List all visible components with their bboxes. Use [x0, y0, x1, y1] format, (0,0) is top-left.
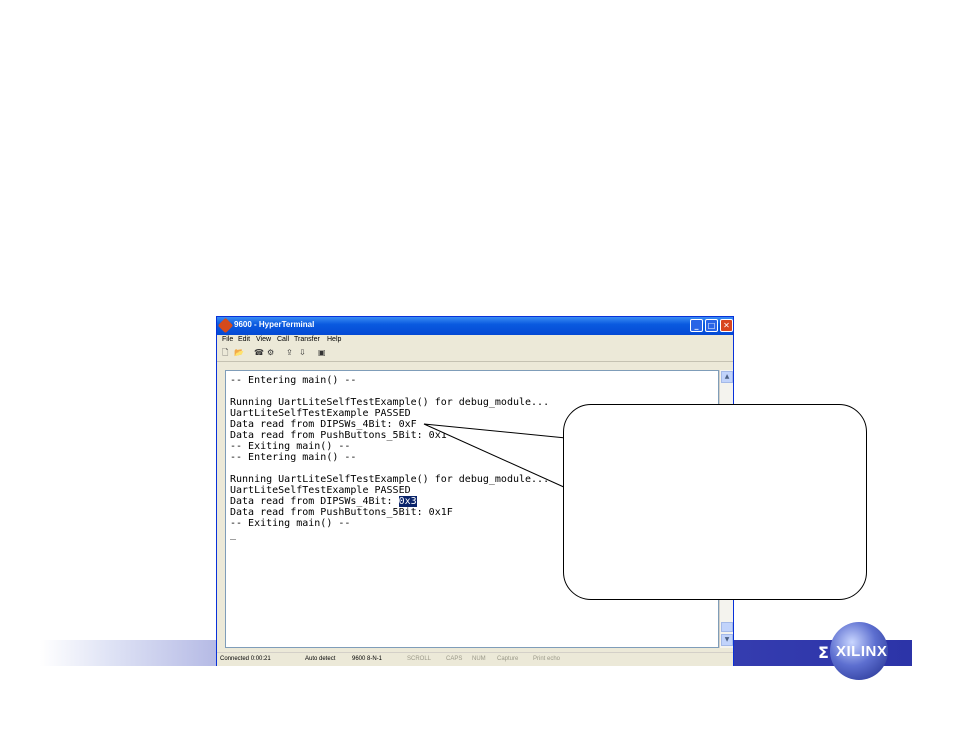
terminal-line: -- Exiting main() -- [230, 441, 351, 452]
status-settings: 9600 8-N-1 [352, 656, 383, 662]
xilinx-logo-text: XILINX [836, 643, 888, 660]
terminal-line: -- Entering main() -- [230, 375, 357, 386]
terminal-line: UartLiteSelfTestExample PASSED [230, 485, 411, 496]
minimize-button[interactable]: _ [690, 319, 703, 332]
terminal-line: -- Exiting main() -- [230, 518, 351, 529]
menu-view[interactable]: View [256, 336, 271, 343]
scroll-down-icon[interactable]: ▼ [721, 634, 733, 646]
terminal-line-prefix: Data read from DIPSWs_4Bit: [230, 496, 399, 507]
menu-file[interactable]: File [222, 336, 233, 343]
terminal-cursor: _ [230, 529, 237, 540]
status-capture: Capture [497, 656, 519, 662]
terminal-line: UartLiteSelfTestExample PASSED [230, 408, 411, 419]
status-num: NUM [472, 656, 486, 662]
settings-icon[interactable]: ▣ [318, 348, 329, 358]
terminal-line: Data read from PushButtons_5Bit: 0x1 [230, 430, 447, 441]
status-detect: Auto detect [305, 656, 336, 662]
terminal-line: Data read from PushButtons_5Bit: 0x1F [230, 507, 453, 518]
terminal-line: Data read from DIPSWs_4Bit: 0xF [230, 419, 417, 430]
hyperterminal-icon [217, 317, 234, 334]
menu-call[interactable]: Call [277, 336, 289, 343]
disconnect-icon[interactable]: ☎ [254, 348, 265, 358]
status-connected: Connected 0:00:21 [220, 656, 271, 662]
xilinx-mark-icon: Σ [818, 643, 829, 662]
open-icon[interactable]: 📂 [234, 348, 245, 358]
scroll-up-icon[interactable]: ▲ [721, 371, 733, 383]
close-button[interactable]: ✕ [720, 319, 733, 332]
callout-box [563, 404, 867, 600]
title-bar[interactable]: 9600 - HyperTerminal _ □ ✕ [217, 317, 733, 335]
menu-edit[interactable]: Edit [238, 336, 250, 343]
status-bar: Connected 0:00:21 Auto detect 9600 8-N-1… [217, 652, 733, 666]
menu-transfer[interactable]: Transfer [294, 336, 320, 343]
scroll-thumb[interactable] [721, 622, 733, 632]
properties-icon[interactable]: ⚙ [267, 348, 278, 358]
menu-help[interactable]: Help [327, 336, 341, 343]
window-title: 9600 - HyperTerminal [234, 320, 315, 329]
terminal-line: Running UartLiteSelfTestExample() for de… [230, 397, 550, 408]
status-caps: CAPS [446, 656, 463, 662]
status-scroll: SCROLL [407, 656, 432, 662]
receive-icon[interactable]: ⇩ [299, 348, 310, 358]
status-print-echo: Print echo [533, 656, 561, 662]
terminal-line-dipsw: Data read from DIPSWs_4Bit: 0x3 [230, 496, 417, 507]
new-icon[interactable]: 🗋 [222, 348, 233, 358]
maximize-button[interactable]: □ [705, 319, 718, 332]
send-icon[interactable]: ⇪ [286, 348, 297, 358]
menu-bar: File Edit View Call Transfer Help [217, 335, 733, 347]
selected-text[interactable]: 0x3 [398, 496, 417, 507]
terminal-line: Running UartLiteSelfTestExample() for de… [230, 474, 550, 485]
toolbar: 🗋 📂 ☎ ⚙ ⇪ ⇩ ▣ [217, 347, 733, 362]
terminal-line: -- Entering main() -- [230, 452, 357, 463]
